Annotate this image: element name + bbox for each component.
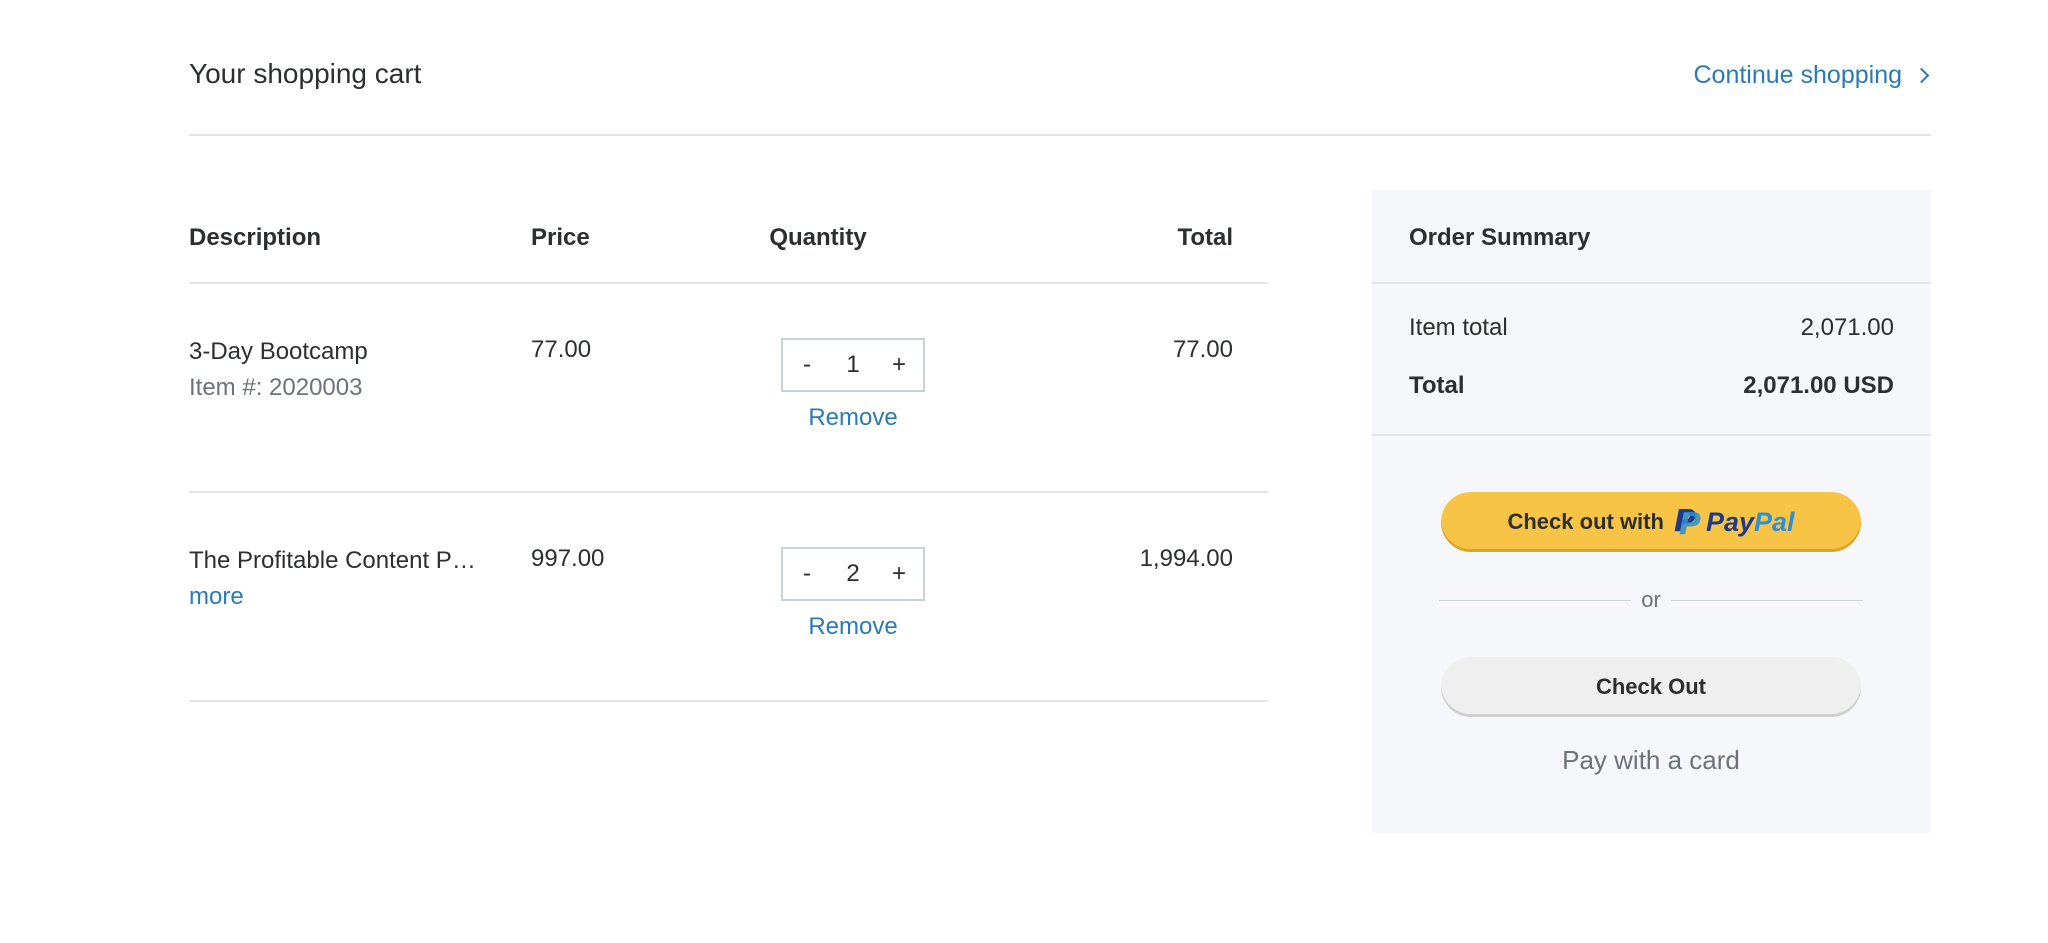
item-price: 997.00 [531,545,605,572]
paypal-checkout-button[interactable]: Check out with P P PayPal [1441,492,1861,552]
order-summary-header: Order Summary [1372,190,1931,284]
quantity-value[interactable]: 2 [831,560,875,588]
quantity-stepper: - 1 + [781,338,925,392]
item-price: 77.00 [531,336,592,363]
more-link[interactable]: more [189,583,244,611]
divider-line [1670,599,1863,601]
remove-link[interactable]: Remove [781,404,925,432]
pay-with-card-link[interactable]: Pay with a card [1441,745,1861,776]
or-divider: or [1439,585,1863,615]
order-summary-totals: Item total 2,071.00 Total 2,071.00 USD [1372,284,1931,436]
paypal-wordmark: PayPal [1706,507,1795,538]
continue-shopping-link[interactable]: Continue shopping [1694,61,1932,90]
order-summary: Order Summary Item total 2,071.00 Total … [1372,190,1931,833]
item-number: Item #: 2020003 [189,374,363,401]
grand-total-line: Total 2,071.00 USD [1409,372,1894,400]
item-name: The Profitable Content P… [189,547,476,574]
chevron-right-icon [1913,67,1930,84]
table-row: The Profitable Content P… more 997.00 - … [189,493,1268,702]
item-total: 1,994.00 [1139,545,1233,572]
or-label: or [1641,587,1661,612]
cart-header: Your shopping cart Continue shopping [189,48,1931,136]
divider-line [1439,599,1632,601]
paypal-mark-front: P [1678,507,1701,542]
order-summary-title: Order Summary [1409,224,1591,251]
cart-table: Description Price Quantity Total 3-Day B… [189,190,1268,702]
grand-total-value: 2,071.00 USD [1743,372,1894,399]
item-total-value: 2,071.00 [1800,314,1894,341]
item-total-label: Item total [1409,314,1508,341]
quantity-stepper: - 2 + [781,547,925,601]
table-header: Description Price Quantity Total [189,190,1268,284]
paypal-wordmark-pay: Pay [1705,506,1754,537]
item-name: 3-Day Bootcamp [189,338,368,365]
checkout-button[interactable]: Check Out [1441,657,1861,717]
column-header-total: Total [1177,224,1233,251]
item-total-line: Item total 2,071.00 [1409,314,1894,342]
paypal-logo-icon: P P [1674,507,1701,540]
column-header-quantity: Quantity [769,224,867,251]
page-title: Your shopping cart [189,58,422,89]
item-total: 77.00 [1172,336,1233,363]
quantity-value[interactable]: 1 [831,351,875,379]
continue-shopping-label: Continue shopping [1693,61,1903,89]
increment-button[interactable]: + [875,560,923,588]
column-header-price: Price [531,224,590,251]
paypal-button-label: Check out with [1507,509,1664,534]
column-header-description: Description [189,224,322,251]
cart-page: Your shopping cart Continue shopping Des… [0,0,2048,943]
decrement-button[interactable]: - [783,351,831,379]
increment-button[interactable]: + [875,351,923,379]
table-row: 3-Day Bootcamp Item #: 2020003 77.00 - 1… [189,284,1268,493]
remove-link[interactable]: Remove [781,613,925,641]
grand-total-label: Total [1409,372,1465,399]
paypal-wordmark-pal: Pal [1753,506,1795,537]
decrement-button[interactable]: - [783,560,831,588]
